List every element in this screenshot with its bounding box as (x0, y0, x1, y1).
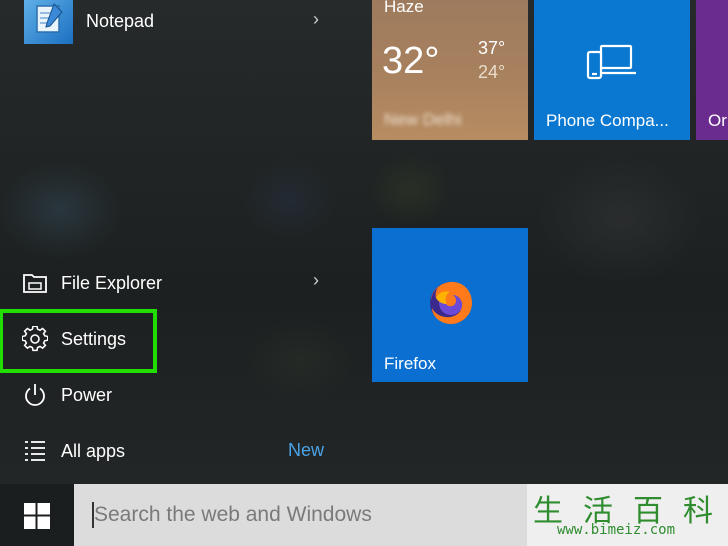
phone-companion-label: Phone Compa... (546, 111, 669, 130)
watermark: 生活百科 www.bimeiz.com (527, 484, 728, 546)
tile-weather[interactable]: Haze 32° 37° 24° New Delhi (372, 0, 528, 140)
file-explorer-icon (22, 270, 48, 296)
watermark-url: www.bimeiz.com (557, 522, 676, 538)
phone-laptop-icon (586, 42, 638, 87)
firefox-label: Firefox (384, 354, 436, 373)
weather-high: 37° (478, 38, 506, 58)
new-badge: New (288, 440, 325, 460)
start-item-file-explorer[interactable]: File Explorer › (0, 261, 340, 305)
power-label: Power (61, 384, 113, 405)
start-item-settings[interactable]: Settings (0, 309, 157, 373)
all-apps-label: All apps (61, 440, 126, 461)
firefox-icon (426, 278, 476, 333)
chevron-right-icon[interactable]: › (313, 270, 319, 291)
start-item-power[interactable]: Power (0, 373, 340, 417)
partial-tile-label: Or (708, 111, 727, 130)
weather-location: New Delhi (384, 110, 462, 129)
power-icon (22, 382, 48, 408)
list-icon (22, 438, 48, 464)
weather-temp: 32° (382, 40, 440, 82)
gear-icon (22, 326, 48, 352)
app-item-notepad[interactable]: Notepad › (0, 0, 340, 44)
notepad-label: Notepad (86, 11, 155, 31)
tile-phone-companion[interactable]: Phone Compa... (534, 0, 690, 140)
chevron-right-icon[interactable]: › (313, 9, 319, 30)
tile-partial[interactable]: Or (696, 0, 728, 140)
notepad-icon (24, 0, 73, 44)
file-explorer-label: File Explorer (61, 272, 163, 293)
settings-label: Settings (61, 329, 127, 349)
windows-logo-icon[interactable] (24, 503, 50, 529)
tile-firefox[interactable]: Firefox (372, 228, 528, 382)
search-placeholder: Search the web and Windows (94, 503, 372, 526)
start-item-all-apps[interactable]: All apps New (0, 429, 340, 473)
weather-condition: Haze (384, 0, 424, 16)
weather-low: 24° (478, 62, 506, 82)
